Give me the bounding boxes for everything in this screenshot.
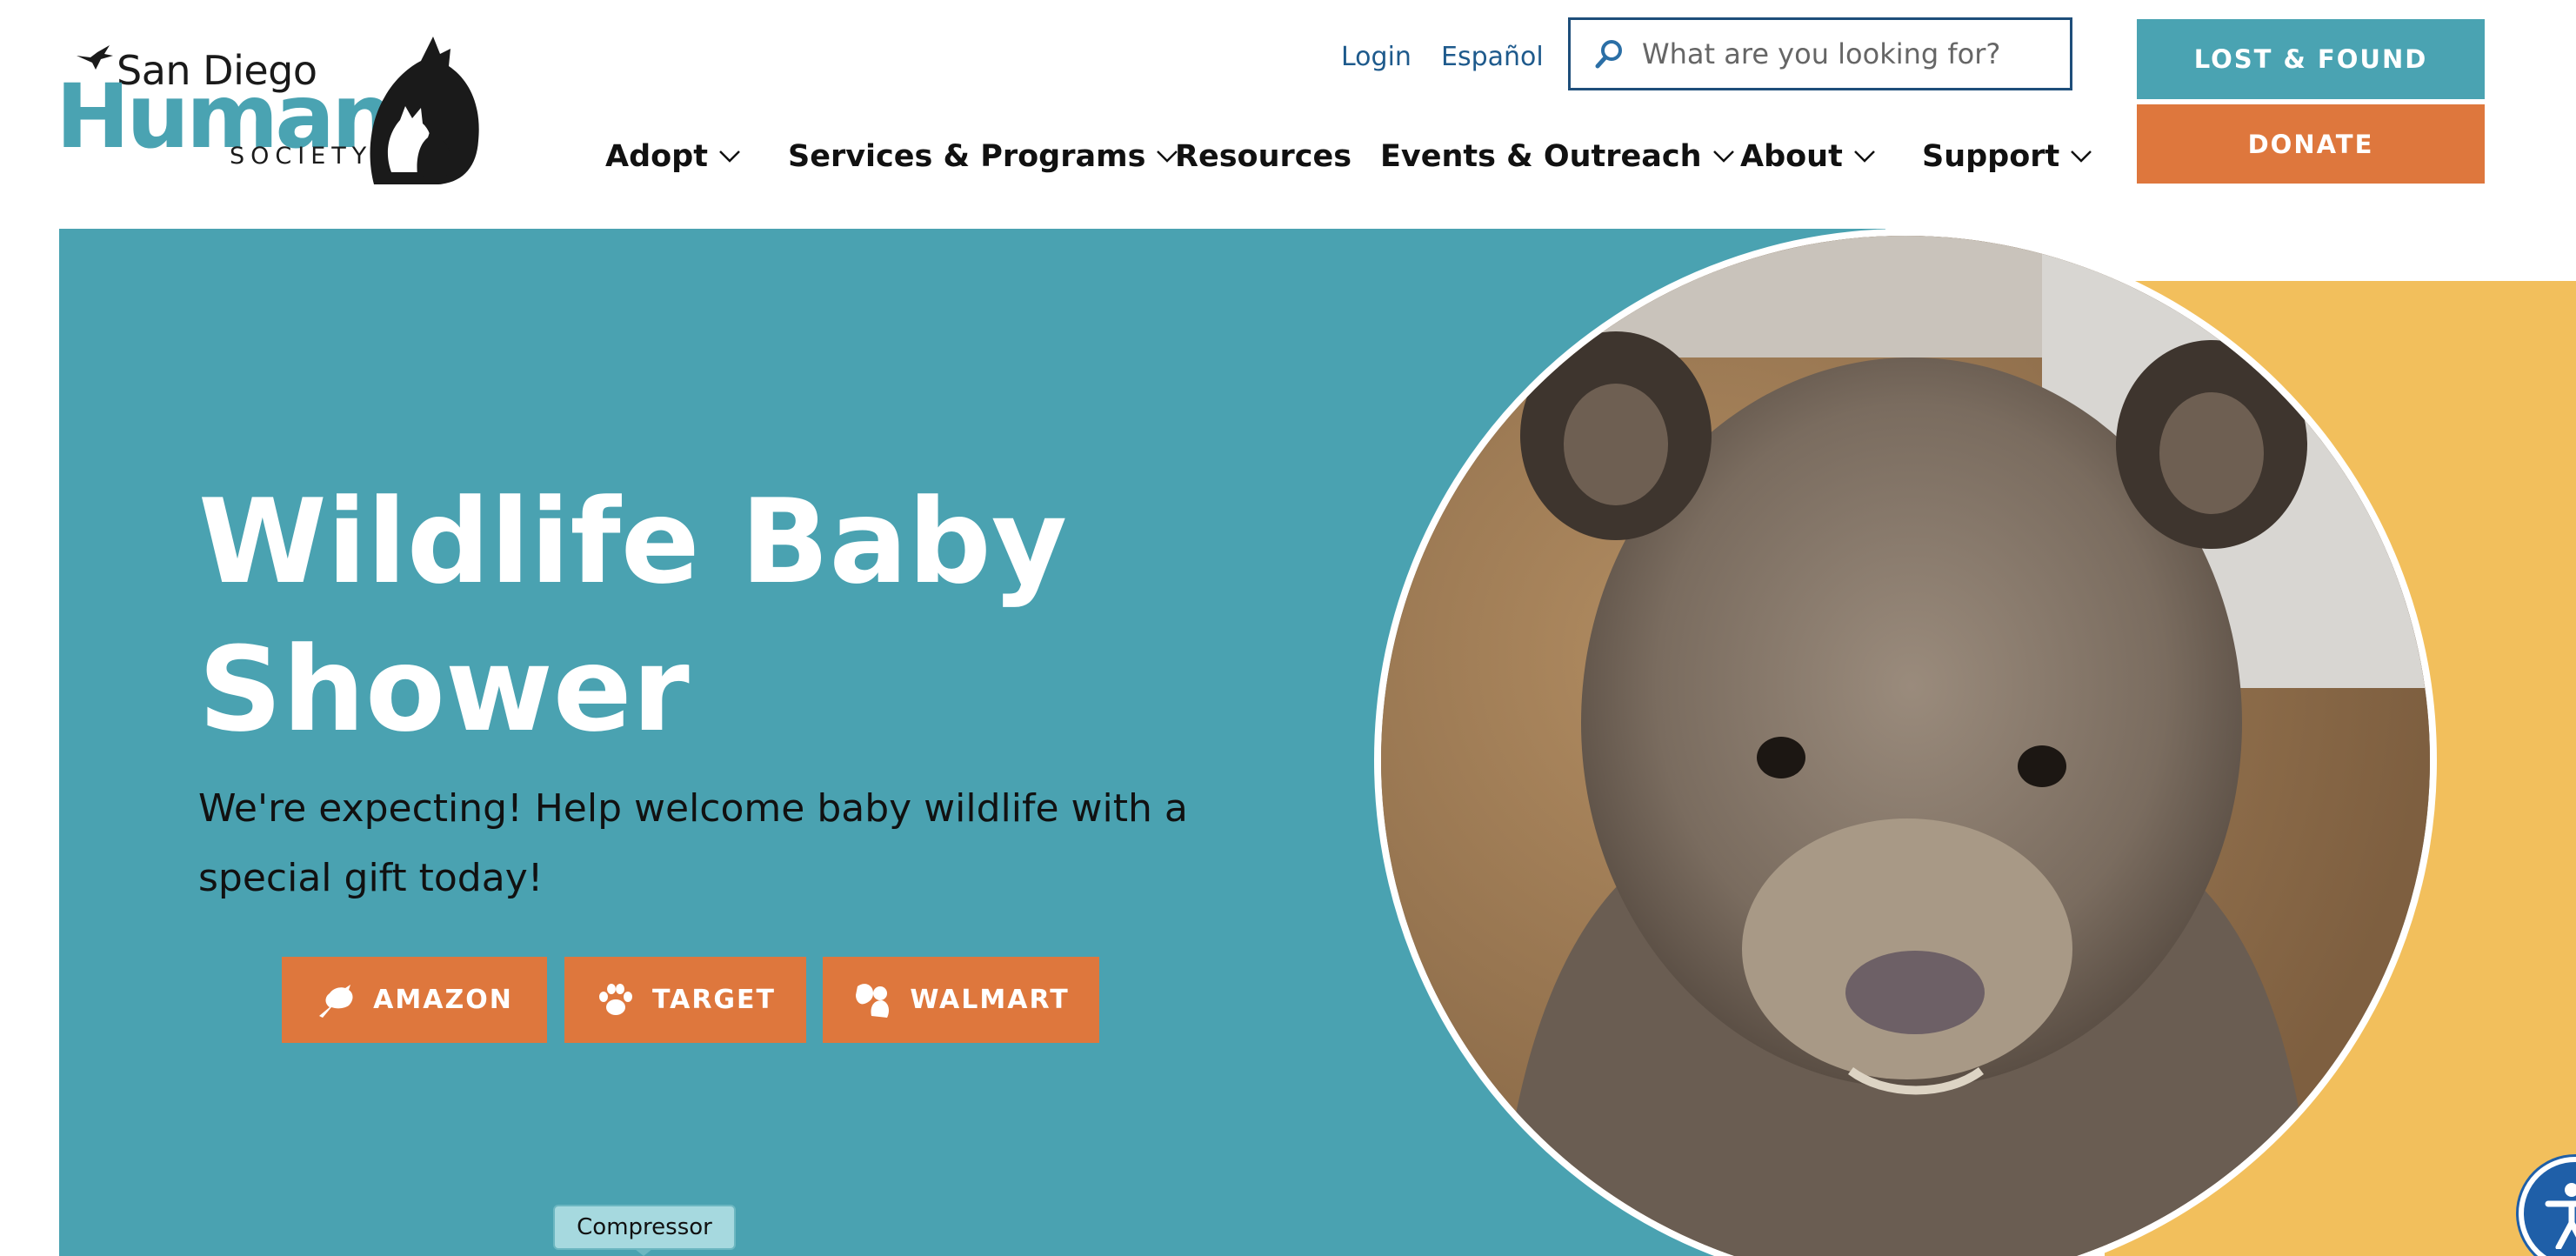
nav-label: Events & Outreach <box>1380 139 1702 174</box>
amazon-wishlist-button[interactable]: AMAZON <box>282 957 547 1043</box>
espanol-link[interactable]: Español <box>1441 42 1544 72</box>
button-label: WALMART <box>910 985 1070 1015</box>
logo-line-society: SOCIETY <box>230 143 373 170</box>
target-wishlist-button[interactable]: TARGET <box>564 957 806 1043</box>
lost-and-found-button[interactable]: LOST & FOUND <box>2137 19 2485 99</box>
nav-item-services-programs[interactable]: Services & Programs <box>788 130 1178 183</box>
chevron-down-icon <box>2071 150 2092 163</box>
chevron-down-icon <box>1712 150 1734 163</box>
search-box[interactable] <box>1568 17 2072 90</box>
tooltip: Compressor <box>553 1205 736 1250</box>
nav-label: Support <box>1922 139 2060 174</box>
animal-silhouette-icon <box>370 37 479 184</box>
hero-title: Wildlife Baby Shower <box>198 474 1068 758</box>
nav-label: Services & Programs <box>788 139 1146 174</box>
hero-subtitle: We're expecting! Help welcome baby wildl… <box>198 786 1188 900</box>
tooltip-pointer <box>635 1249 652 1256</box>
accessibility-icon <box>2545 1183 2576 1249</box>
nav-item-events-outreach[interactable]: Events & Outreach <box>1380 130 1735 183</box>
nav-item-adopt[interactable]: Adopt <box>605 130 741 183</box>
nav-item-support[interactable]: Support <box>1922 130 2092 183</box>
button-label: AMAZON <box>373 985 513 1015</box>
chevron-down-icon <box>719 150 740 163</box>
bird-icon <box>319 984 353 1018</box>
paw-icon <box>598 983 632 1015</box>
search-icon <box>1595 40 1622 69</box>
nav-label: About <box>1740 139 1843 174</box>
nav-label: Adopt <box>605 139 708 174</box>
button-label: TARGET <box>651 985 777 1015</box>
site-logo[interactable]: San Diego Humane SOCIETY <box>56 35 491 191</box>
search-input[interactable] <box>1642 37 2059 70</box>
donate-button[interactable]: DONATE <box>2137 104 2485 184</box>
login-link[interactable]: Login <box>1341 42 1411 72</box>
squirrel-icon <box>856 983 890 1018</box>
chevron-down-icon <box>1853 150 1875 163</box>
nav-item-resources[interactable]: Resources <box>1175 130 1351 183</box>
bear-cub-photo <box>1374 229 2437 1256</box>
nav-item-about[interactable]: About <box>1740 130 1876 183</box>
nav-label: Resources <box>1175 139 1352 174</box>
walmart-wishlist-button[interactable]: WALMART <box>823 957 1099 1043</box>
